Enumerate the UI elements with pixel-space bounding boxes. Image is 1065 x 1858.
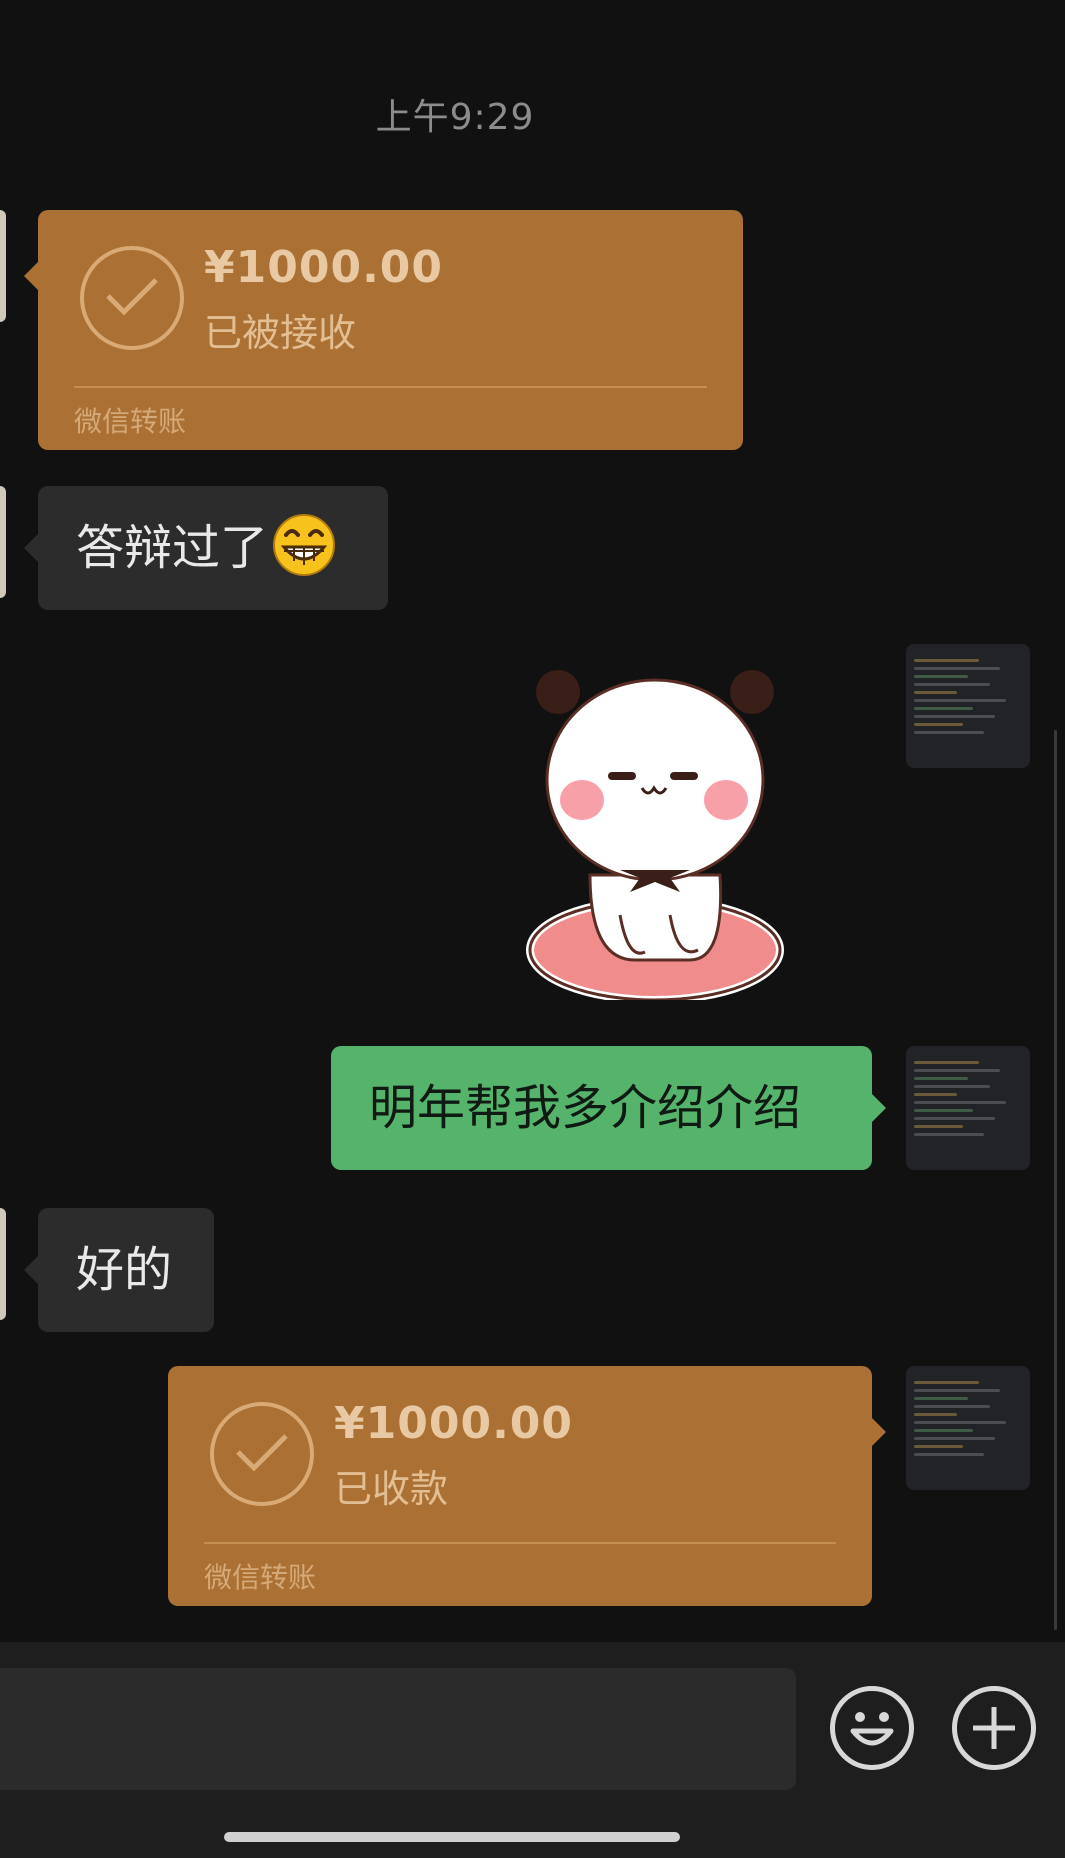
home-indicator[interactable]: [224, 1832, 680, 1842]
message-input[interactable]: [0, 1668, 796, 1790]
my-avatar[interactable]: [906, 644, 1030, 768]
smiley-icon: [850, 1712, 894, 1746]
message-text: 答辩过了: [76, 520, 269, 576]
plus-circle-icon: [973, 1707, 1015, 1749]
grinning-face-icon: [273, 514, 336, 576]
panda-sitting-on-cushion-sticker[interactable]: [520, 660, 790, 1000]
message-timestamp: 上午9:29: [375, 97, 535, 138]
contact-avatar[interactable]: [0, 486, 6, 598]
contact-avatar[interactable]: [0, 1208, 6, 1320]
transfer-source-label: 微信转账: [74, 405, 187, 438]
transfer-amount: ¥1000.00: [204, 242, 444, 293]
chat-area: 上午9:29 ¥1000.00 已被接收 微信转账 答辩过了 明年帮我多介绍介绍…: [0, 0, 1065, 1640]
transfer-status: 已收款: [334, 1467, 449, 1511]
received-message[interactable]: 答辩过了: [24, 486, 388, 610]
transfer-amount: ¥1000.00: [334, 1398, 574, 1449]
my-avatar[interactable]: [906, 1366, 1030, 1490]
check-icon: [210, 1402, 314, 1506]
scrollbar[interactable]: [1054, 730, 1057, 1630]
message-text: 明年帮我多介绍介绍: [369, 1080, 802, 1136]
sent-message[interactable]: 明年帮我多介绍介绍: [331, 1046, 886, 1170]
contact-avatar[interactable]: [0, 210, 6, 322]
emoji-button[interactable]: [830, 1686, 914, 1770]
more-button[interactable]: [952, 1686, 1036, 1770]
transfer-card[interactable]: ¥1000.00 已收款 微信转账: [168, 1366, 886, 1606]
my-avatar[interactable]: [906, 1046, 1030, 1170]
check-icon: [80, 246, 184, 350]
transfer-status: 已被接收: [204, 311, 357, 355]
transfer-card[interactable]: ¥1000.00 已被接收 微信转账: [24, 210, 743, 450]
transfer-source-label: 微信转账: [204, 1561, 317, 1594]
message-text: 好的: [76, 1242, 173, 1298]
input-bar: [0, 1642, 1065, 1858]
received-message[interactable]: 好的: [24, 1208, 214, 1332]
